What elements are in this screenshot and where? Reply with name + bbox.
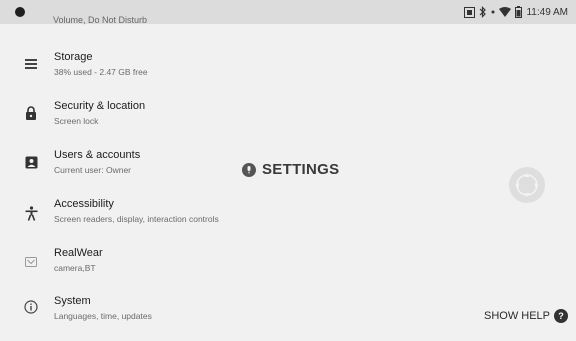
settings-voice-text: SETTINGS <box>262 161 340 178</box>
settings-item-title: Security & location <box>54 100 146 112</box>
nfc-icon <box>464 6 476 18</box>
settings-item-summary: 38% used - 2.47 GB free <box>54 67 148 77</box>
settings-item-title: System <box>54 295 91 307</box>
accessibility-icon <box>22 204 40 222</box>
settings-item-summary: Screen readers, display, interaction con… <box>54 214 219 224</box>
settings-item-summary: Screen lock <box>54 116 99 126</box>
settings-item-summary: Current user: Owner <box>54 165 131 175</box>
settings-item-summary: Languages, time, updates <box>54 311 152 321</box>
settings-item-security[interactable]: Security & location Screen lock <box>0 100 576 146</box>
navigation-ring[interactable] <box>509 167 545 203</box>
show-help-label: SHOW HELP <box>483 310 550 322</box>
storage-icon <box>22 55 40 73</box>
status-time: 11:49 AM <box>526 6 568 18</box>
show-help-button[interactable]: SHOW HELP ? <box>484 309 568 323</box>
settings-item-title: Accessibility <box>54 198 114 210</box>
dot-separator-icon <box>491 10 495 14</box>
bluetooth-icon <box>480 6 487 18</box>
settings-item-title: Storage <box>54 51 93 63</box>
realwear-icon <box>22 253 40 271</box>
status-icons: 11:49 AM <box>464 5 568 19</box>
settings-item-storage[interactable]: Storage 38% used - 2.47 GB free <box>0 51 576 97</box>
settings-item-accessibility[interactable]: Accessibility Screen readers, display, i… <box>0 198 576 244</box>
clipped-summary: Volume, Do Not Disturb <box>53 15 148 25</box>
info-icon <box>22 298 40 316</box>
help-icon: ? <box>554 309 568 323</box>
settings-item-title: Users & accounts <box>54 149 141 161</box>
lock-icon <box>22 104 40 122</box>
notification-dot-icon <box>15 7 25 17</box>
microphone-icon <box>242 162 256 177</box>
settings-item-summary: camera,BT <box>54 263 96 273</box>
settings-item-title: RealWear <box>54 247 103 259</box>
settings-item-realwear[interactable]: RealWear camera,BT <box>0 247 576 293</box>
settings-voice-label: SETTINGS <box>242 161 339 178</box>
wifi-icon <box>499 7 512 17</box>
account-icon <box>22 153 40 171</box>
battery-icon <box>515 6 523 18</box>
